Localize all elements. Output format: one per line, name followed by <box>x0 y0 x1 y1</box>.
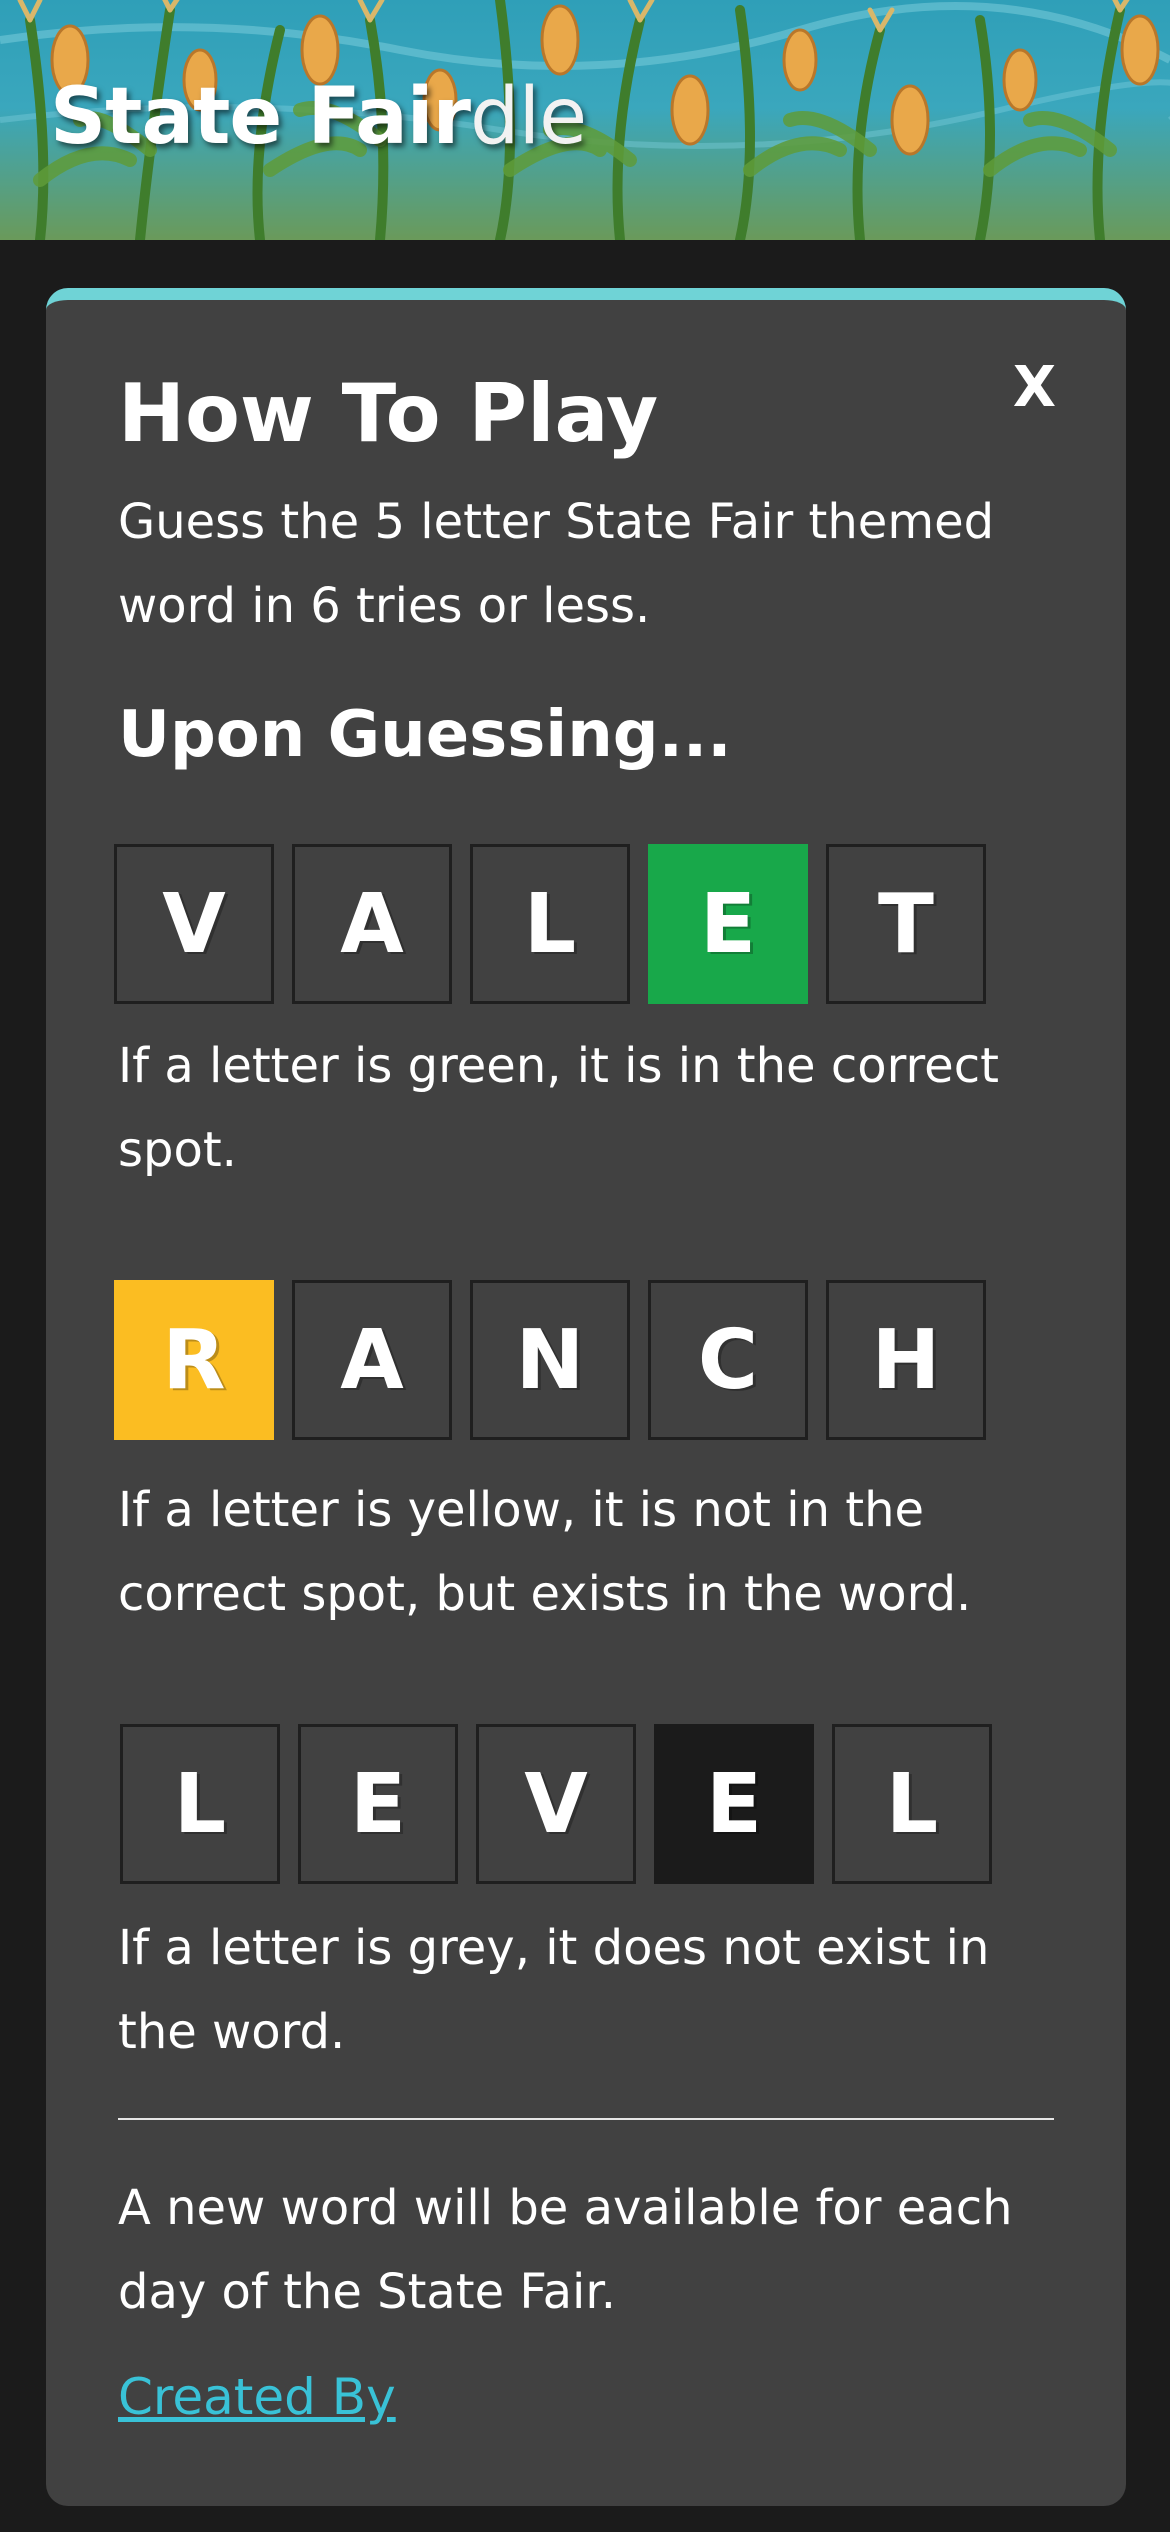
letter-tile-absent: E <box>654 1724 814 1884</box>
letter-tile: L <box>470 844 630 1004</box>
letter-tile: L <box>832 1724 992 1884</box>
letter-tile: V <box>476 1724 636 1884</box>
letter-tile: C <box>648 1280 808 1440</box>
letter-tile: H <box>826 1280 986 1440</box>
logo-bold-text: State Fair <box>50 72 471 162</box>
letter-tile: T <box>826 844 986 1004</box>
logo-light-text: dle <box>470 72 587 162</box>
footer-note: A new word will be available for each da… <box>118 2180 1013 2320</box>
letter-tile: L <box>120 1724 280 1884</box>
letter-tile: A <box>292 844 452 1004</box>
intro-text: Guess the 5 letter State Fair themed wor… <box>118 494 995 634</box>
divider <box>118 2118 1054 2120</box>
close-button[interactable]: X <box>1013 360 1056 416</box>
example-row-grey: L E V E L <box>120 1724 992 1884</box>
header-banner: State Fairdle <box>0 0 1170 240</box>
modal-title: How To Play <box>118 367 659 460</box>
letter-tile: E <box>298 1724 458 1884</box>
yellow-rule-text: If a letter is yellow, it is not in the … <box>118 1482 972 1622</box>
green-rule-text: If a letter is green, it is in the corre… <box>118 1038 999 1178</box>
example-row-green: V A L E T <box>114 844 986 1004</box>
letter-tile-correct: E <box>648 844 808 1004</box>
grey-rule-text: If a letter is grey, it does not exist i… <box>118 1920 990 2060</box>
app-logo[interactable]: State Fairdle <box>50 78 587 156</box>
section-subtitle: Upon Guessing... <box>118 698 732 772</box>
how-to-play-modal: X How To Play Guess the 5 letter State F… <box>46 288 1126 2506</box>
created-by-link[interactable]: Created By <box>118 2368 396 2426</box>
letter-tile: V <box>114 844 274 1004</box>
letter-tile: A <box>292 1280 452 1440</box>
letter-tile-present: R <box>114 1280 274 1440</box>
example-row-yellow: R A N C H <box>114 1280 986 1440</box>
letter-tile: N <box>470 1280 630 1440</box>
